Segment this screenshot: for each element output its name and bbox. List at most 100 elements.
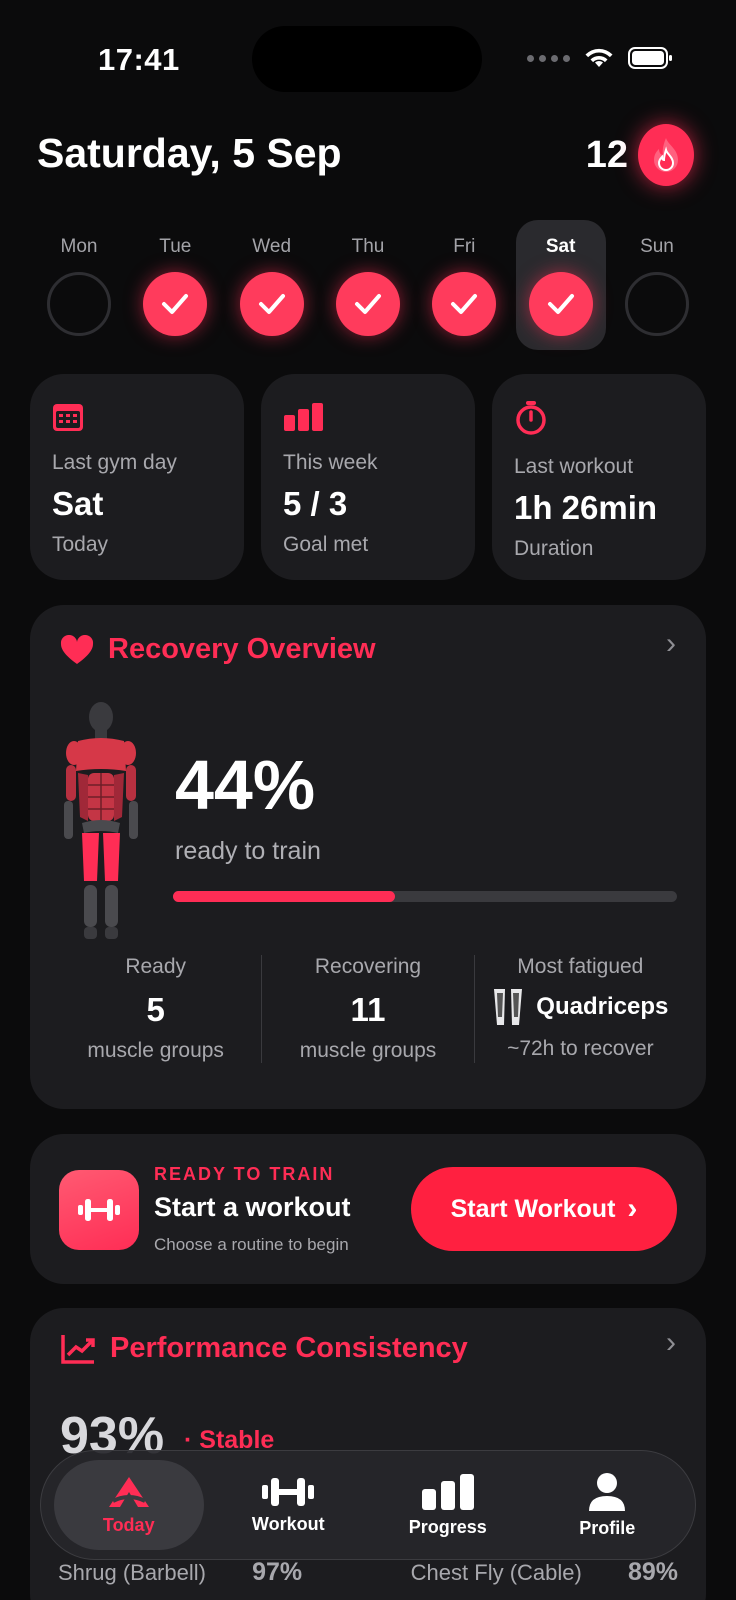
recovery-stats: Ready 5 muscle groups Recovering 11 musc… (50, 955, 686, 1063)
fatigued-muscle-name: Quadriceps (536, 993, 669, 1020)
trend-chart-icon (61, 1334, 95, 1364)
rstat-sub: ~72h to recover (507, 1037, 654, 1060)
fatigued-muscle: Quadriceps (475, 987, 686, 1027)
rstat-sub: muscle groups (87, 1039, 224, 1062)
chevron-right-icon: › (627, 1192, 638, 1225)
rstat-value: 5 (146, 991, 165, 1028)
tab-label: Today (102, 1514, 155, 1535)
bar-chart-icon (284, 403, 323, 431)
day-label: Sat (545, 236, 576, 257)
week-strip: Mon Tue Wed Thu Fri Sat Sun (26, 220, 710, 350)
day-label: Tue (159, 236, 192, 257)
start-workout-button-label: Start Workout (450, 1194, 616, 1223)
stat-label: Last gym day (52, 451, 177, 474)
stopwatch-icon (516, 401, 546, 435)
most-fatigued-stat: Most fatigued Quadriceps ~72h to recover (473, 955, 686, 1063)
empty-day-circle (624, 272, 689, 336)
day-thu[interactable]: Thu (323, 220, 413, 350)
stat-sub: Duration (514, 537, 594, 560)
exercise-value: 89% (627, 1558, 678, 1586)
exercise-value: 97% (252, 1558, 303, 1586)
checkmark-icon (143, 272, 208, 336)
status-time: 17:41 (98, 42, 180, 77)
dumbbell-icon (59, 1170, 139, 1250)
rstat-sub: muscle groups (299, 1039, 437, 1062)
stat-value: 5 / 3 (283, 485, 348, 522)
day-fri[interactable]: Fri (419, 220, 509, 350)
recovery-overview-card[interactable]: Recovery Overview › 44% ready to train R… (30, 605, 706, 1109)
rstat-label: Ready (125, 955, 187, 978)
tab-profile[interactable]: Profile (532, 1460, 682, 1550)
day-label: Sun (640, 236, 674, 257)
streak-indicator[interactable]: 12 (586, 124, 694, 186)
this-week-card[interactable]: This week 5 / 3 Goal met (261, 374, 475, 580)
chevron-right-icon[interactable]: › (666, 1326, 676, 1360)
exercise-name: Chest Fly (Cable) (410, 1560, 582, 1585)
tab-label: Progress (408, 1516, 487, 1537)
recovery-title: Recovery Overview (108, 633, 376, 665)
today-logo-icon (108, 1476, 149, 1507)
day-label: Wed (252, 236, 292, 257)
ready-stat: Ready 5 muscle groups (50, 955, 261, 1063)
bars-icon (421, 1473, 474, 1510)
recovery-percent: 44% (175, 746, 316, 824)
checkmark-icon (528, 272, 593, 336)
recovery-subtitle: ready to train (175, 837, 321, 865)
stat-value: 1h 26min (514, 489, 658, 526)
stat-sub: Goal met (283, 533, 369, 556)
performance-rows: Shrug (Barbell) 97% Chest Fly (Cable) 89… (58, 1558, 678, 1587)
day-tue[interactable]: Tue (130, 220, 220, 350)
start-workout-card: READY TO TRAIN Start a workout Choose a … (30, 1134, 706, 1284)
day-sun[interactable]: Sun (612, 220, 702, 350)
tab-label: Workout (251, 1513, 325, 1534)
empty-day-circle (47, 272, 111, 336)
day-label: Thu (351, 236, 385, 257)
start-title: Start a workout (154, 1192, 351, 1222)
heart-icon (60, 634, 94, 664)
chevron-right-icon[interactable]: › (666, 627, 676, 661)
dynamic-island (252, 26, 482, 92)
stat-sub: Today (52, 533, 109, 556)
day-sat[interactable]: Sat (515, 220, 606, 350)
last-gym-day-card[interactable]: Last gym day Sat Today (30, 374, 244, 580)
exercise-name: Shrug (Barbell) (58, 1560, 206, 1585)
performance-row: Shrug (Barbell) 97% (58, 1558, 302, 1587)
checkmark-icon (335, 272, 400, 336)
checkmark-icon (239, 272, 304, 336)
start-eyebrow: READY TO TRAIN (154, 1164, 335, 1184)
start-workout-button[interactable]: Start Workout › (411, 1167, 677, 1251)
recovery-header: Recovery Overview (60, 633, 676, 666)
performance-header: Performance Consistency (60, 1332, 676, 1365)
day-label: Fri (453, 236, 476, 257)
quadriceps-icon (494, 989, 523, 1025)
tab-progress[interactable]: Progress (373, 1460, 523, 1550)
status-icons (527, 46, 674, 70)
rstat-value: 11 (350, 991, 386, 1028)
recovery-progress-bar (173, 891, 677, 902)
flame-icon (638, 124, 694, 186)
start-subtitle: Choose a routine to begin (154, 1235, 349, 1254)
stat-value: Sat (52, 485, 104, 522)
recovery-progress-fill (173, 891, 395, 902)
checkmark-icon (432, 272, 497, 336)
wifi-icon (585, 48, 613, 67)
battery-icon (628, 47, 672, 69)
day-wed[interactable]: Wed (227, 220, 317, 350)
streak-count: 12 (585, 133, 628, 176)
day-mon[interactable]: Mon (34, 220, 124, 350)
person-icon (589, 1472, 626, 1511)
tab-today[interactable]: Today (53, 1460, 204, 1550)
status-bar: 17:41 (0, 0, 736, 110)
rstat-label: Recovering (314, 955, 422, 978)
performance-row: Chest Fly (Cable) 89% (411, 1558, 678, 1587)
recovering-stat: Recovering 11 muscle groups (261, 955, 473, 1063)
page-title: Saturday, 5 Sep (37, 130, 342, 176)
body-muscle-map-icon (64, 702, 138, 939)
tab-label: Profile (579, 1517, 636, 1538)
tab-workout[interactable]: Workout (213, 1460, 363, 1550)
rstat-label: Most fatigued (517, 955, 644, 978)
cellular-signal-icon (527, 54, 570, 62)
last-workout-card[interactable]: Last workout 1h 26min Duration (492, 374, 706, 580)
stat-label: This week (283, 451, 378, 474)
performance-title: Performance Consistency (110, 1332, 468, 1364)
